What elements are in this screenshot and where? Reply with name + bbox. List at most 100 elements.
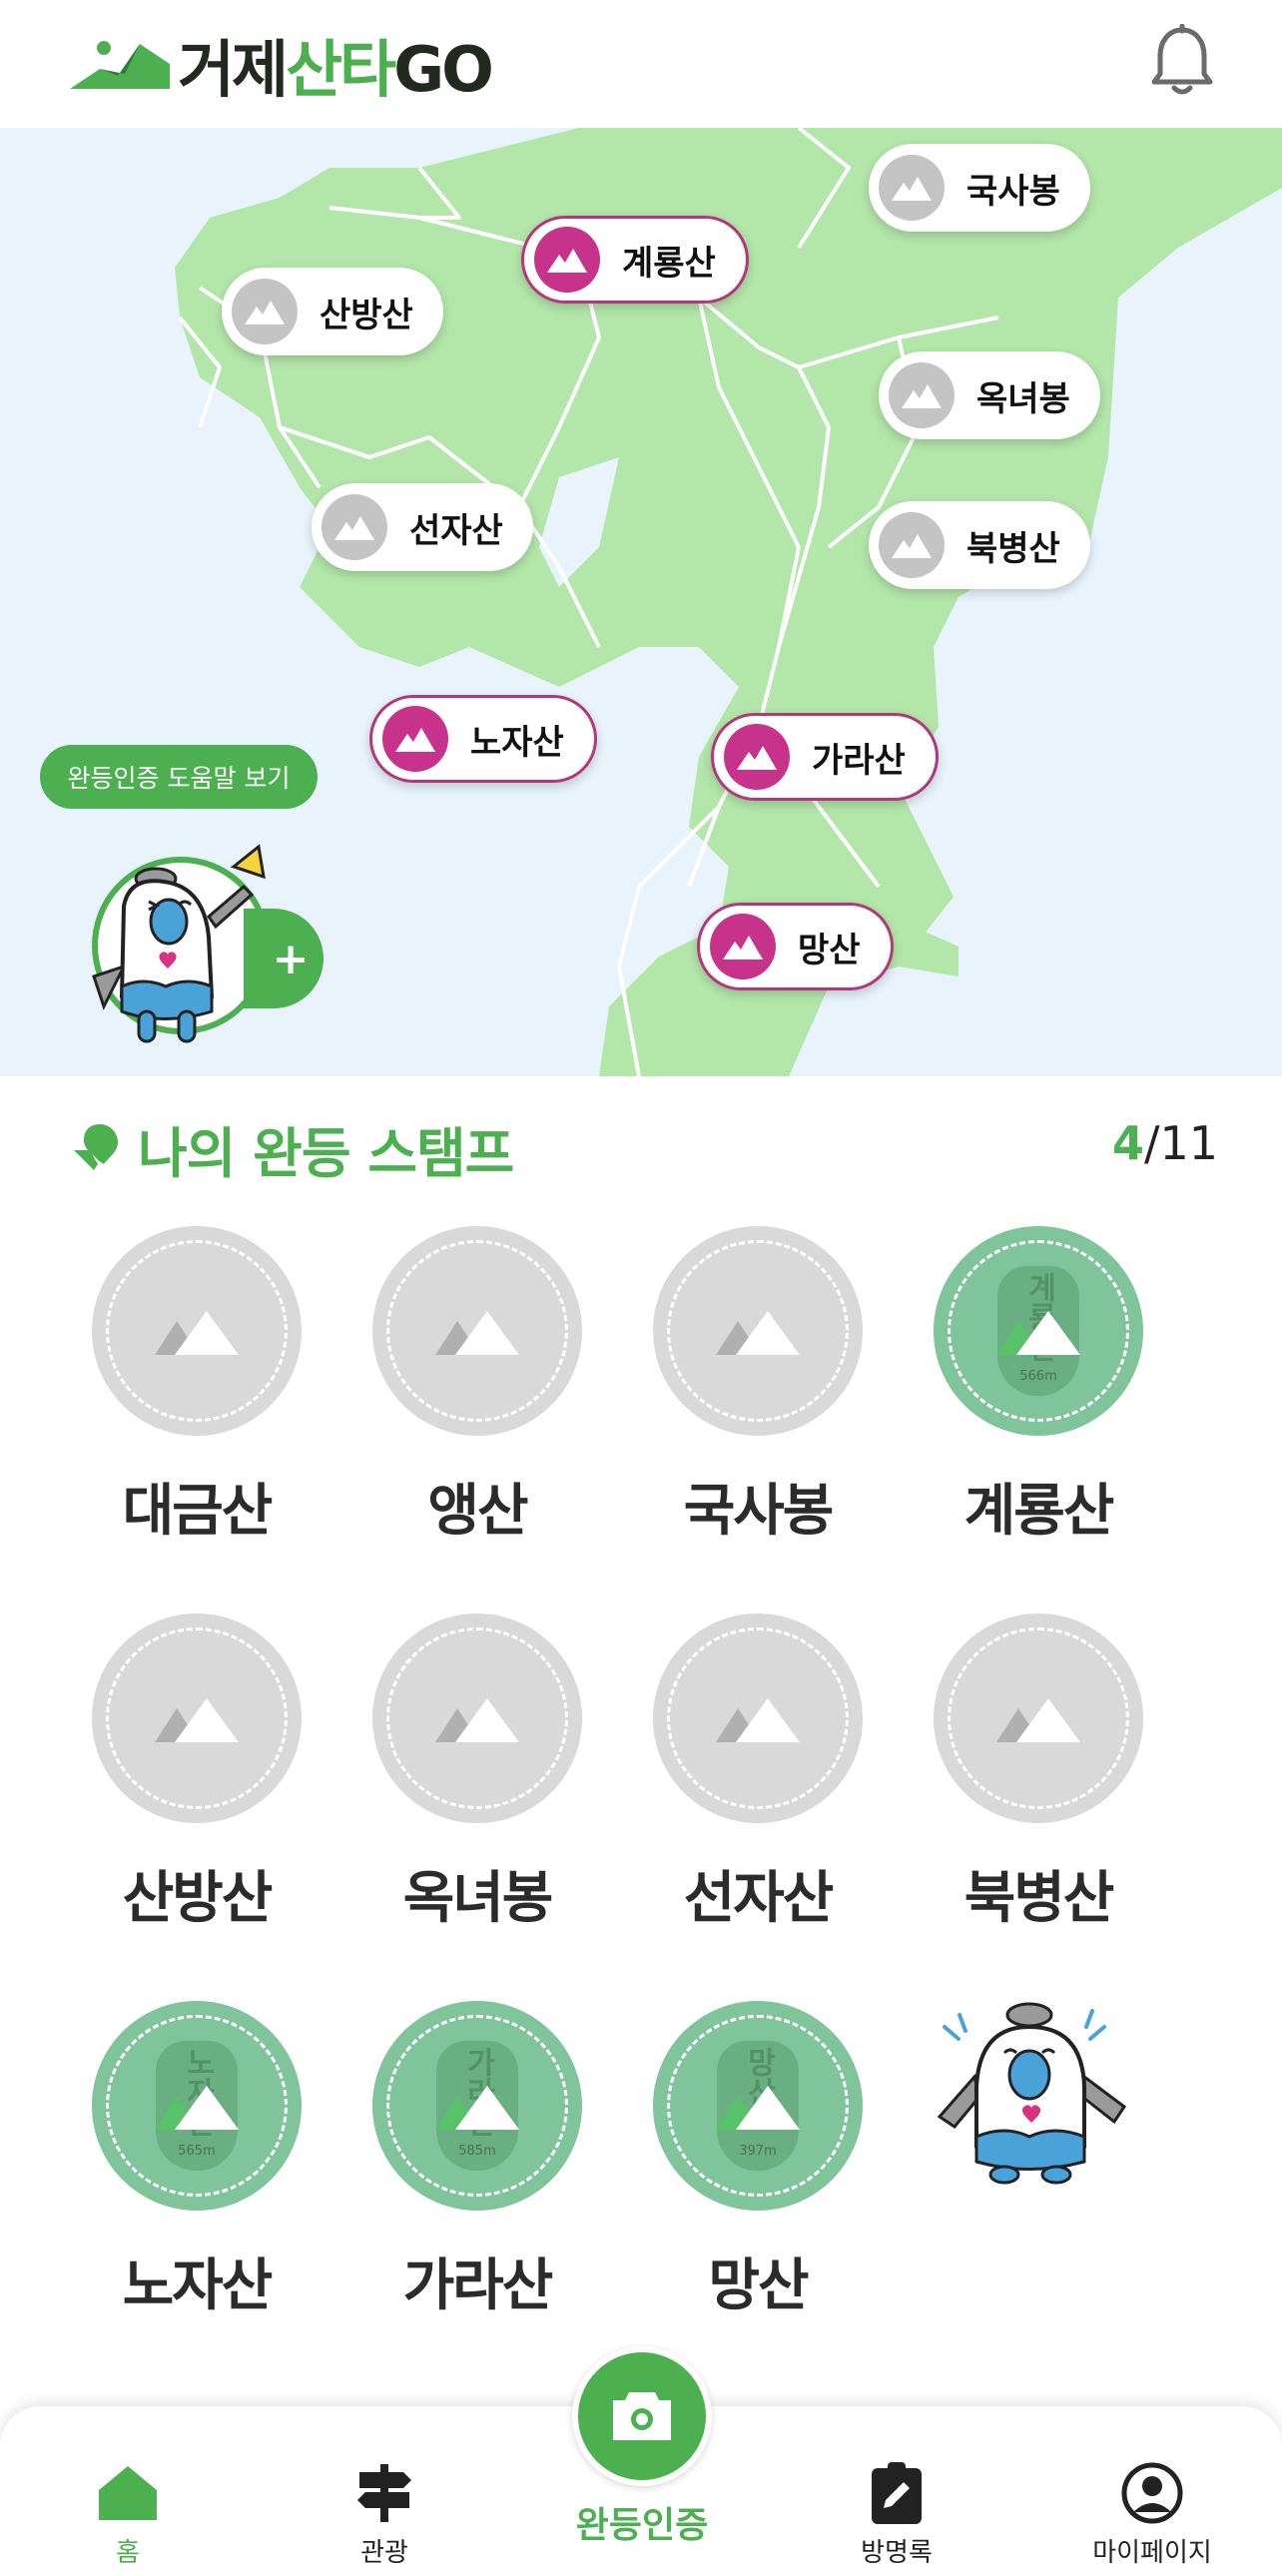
map-pin-guksabong[interactable]: 국사봉 xyxy=(869,144,1090,232)
stamps-title-text: 나의 완등 스탬프 xyxy=(138,1121,514,1185)
home-icon xyxy=(99,2466,157,2520)
stamp-nojasan[interactable]: 노자산 565m 노자산 xyxy=(92,2001,302,2321)
mountain-icon xyxy=(534,227,600,293)
nav-label: 관광 xyxy=(360,2538,408,2568)
stamp-count-total: 11 xyxy=(1159,1116,1218,1170)
mountain-icon xyxy=(996,1698,1080,1742)
mountain-icon xyxy=(232,279,298,344)
stamp-count-separator: / xyxy=(1143,1116,1160,1170)
stamp-circle xyxy=(653,1613,863,1823)
mountain-map[interactable]: 국사봉 계룡산 산방산 옥녀봉 선자산 북병산 노자산 가라산 망산 완등인증 … xyxy=(0,128,1282,1076)
certification-camera-button[interactable] xyxy=(572,2346,712,2486)
mountain-icon xyxy=(710,914,776,979)
map-pin-label: 망산 xyxy=(798,930,861,970)
nav-guestbook[interactable]: 방명록 xyxy=(807,2460,986,2569)
map-pin-garasan[interactable]: 가라산 xyxy=(711,713,939,801)
map-pin-nojasan[interactable]: 노자산 xyxy=(369,695,597,783)
map-pin-label: 북병산 xyxy=(966,528,1060,569)
nav-mypage[interactable]: 마이페이지 xyxy=(1062,2460,1242,2569)
stamp-label: 계룡산 xyxy=(963,1478,1115,1544)
app-logo[interactable]: 거제산타GO xyxy=(70,22,539,106)
mascot-celebrate-icon xyxy=(937,2002,1127,2185)
nav-label: 방명록 xyxy=(861,2538,933,2568)
nav-tourism[interactable]: 관광 xyxy=(295,2460,474,2569)
stamp-peak-height: 565m xyxy=(178,2144,216,2159)
map-pin-label: 계룡산 xyxy=(622,243,716,284)
stamp-label: 북병산 xyxy=(963,1865,1115,1931)
logo-text-part1: 거제 xyxy=(178,33,289,106)
camera-icon xyxy=(613,2392,671,2440)
account-icon xyxy=(1121,2462,1183,2524)
stamp-aengsan[interactable]: 앵산 xyxy=(372,1226,582,1547)
nav-label: 홈 xyxy=(116,2538,140,2568)
map-pin-seonjasan[interactable]: 선자산 xyxy=(312,483,533,571)
mountain-icon xyxy=(382,706,448,772)
mountain-logo-icon xyxy=(70,41,170,89)
map-pin-label: 국사봉 xyxy=(966,171,1060,212)
logo-text: 거제산타GO xyxy=(178,19,494,109)
stamp-label: 산방산 xyxy=(122,1865,274,1931)
stamp-label: 국사봉 xyxy=(683,1478,835,1544)
stamp-label: 노자산 xyxy=(122,2253,274,2318)
map-pin-mangsan[interactable]: 망산 xyxy=(697,903,894,990)
stamp-circle xyxy=(653,1226,863,1436)
stamp-circle: 망산 397m xyxy=(653,2001,863,2211)
mountain-icon xyxy=(155,1311,239,1355)
map-pin-label: 산방산 xyxy=(320,295,413,335)
stamps-header: 나의 완등 스탬프 4/11 xyxy=(70,1108,1218,1188)
stamp-circle xyxy=(372,1613,582,1823)
stamp-circle xyxy=(92,1226,302,1436)
map-pin-label: 가라산 xyxy=(812,740,906,781)
certification-help-button[interactable]: 완등인증 도움말 보기 xyxy=(40,745,318,809)
bell-icon[interactable] xyxy=(1146,24,1218,100)
stamp-peak-height: 566m xyxy=(1019,1369,1057,1384)
mountain-icon xyxy=(724,724,790,790)
stamp-guksabong[interactable]: 국사봉 xyxy=(653,1226,863,1547)
signpost-icon xyxy=(357,2464,411,2522)
stamp-label: 앵산 xyxy=(427,1478,528,1544)
mascot-character-icon xyxy=(92,844,266,1043)
mountain-icon xyxy=(889,362,955,428)
stamp-circle xyxy=(92,1613,302,1823)
clipboard-edit-icon xyxy=(872,2462,922,2524)
stamp-sanbangsan[interactable]: 산방산 xyxy=(92,1613,302,1934)
stamp-gyeryongsan[interactable]: 계룡산 566m 계룡산 xyxy=(934,1226,1143,1547)
mountain-icon xyxy=(321,494,387,560)
mountain-icon xyxy=(879,155,945,221)
mountain-icon xyxy=(879,512,945,578)
mountain-icon xyxy=(996,1311,1080,1355)
nav-home[interactable]: 홈 xyxy=(38,2460,218,2569)
map-pin-gyeryongsan[interactable]: 계룡산 xyxy=(521,216,749,304)
stamp-count: 4/11 xyxy=(1112,1116,1218,1170)
stamp-oknyeobong[interactable]: 옥녀봉 xyxy=(372,1613,582,1934)
mountain-icon xyxy=(435,2086,519,2130)
stamp-circle: 계룡산 566m xyxy=(934,1226,1143,1436)
nav-certification-label[interactable]: 완등인증 xyxy=(542,2496,742,2548)
stamp-label: 가라산 xyxy=(402,2253,554,2318)
map-pin-bukbyeongsan[interactable]: 북병산 xyxy=(869,501,1090,589)
map-pin-oknyeobong[interactable]: 옥녀봉 xyxy=(879,351,1100,439)
mountain-icon xyxy=(435,1698,519,1742)
mascot-widget[interactable]: + xyxy=(84,827,323,1056)
stamp-peak-height: 585m xyxy=(458,2144,496,2159)
stamp-label: 옥녀봉 xyxy=(402,1865,554,1931)
stamp-garasan[interactable]: 가라산 585m 가라산 xyxy=(372,2001,582,2321)
app-header: 거제산타GO xyxy=(0,0,1282,128)
map-pin-label: 선자산 xyxy=(409,510,503,551)
nav-label: 마이페이지 xyxy=(1092,2538,1212,2568)
stamp-peak-height: 397m xyxy=(739,2144,777,2159)
stamp-circle xyxy=(934,1613,1143,1823)
map-pin-sanbangsan[interactable]: 산방산 xyxy=(222,268,443,355)
stamp-daegeumsan[interactable]: 대금산 xyxy=(92,1226,302,1547)
logo-text-part2: 산타 xyxy=(286,33,396,106)
stamp-mangsan[interactable]: 망산 397m 망산 xyxy=(653,2001,863,2321)
mountain-icon xyxy=(155,2086,239,2130)
stamp-seonjasan[interactable]: 선자산 xyxy=(653,1613,863,1934)
mountain-icon xyxy=(716,1311,800,1355)
stamp-label: 선자산 xyxy=(683,1865,835,1931)
mountain-icon xyxy=(716,1698,800,1742)
stamp-bukbyeongsan[interactable]: 북병산 xyxy=(934,1613,1143,1934)
stamp-circle xyxy=(372,1226,582,1436)
stamp-label: 망산 xyxy=(708,2253,809,2318)
stamp-circle: 노자산 565m xyxy=(92,2001,302,2211)
